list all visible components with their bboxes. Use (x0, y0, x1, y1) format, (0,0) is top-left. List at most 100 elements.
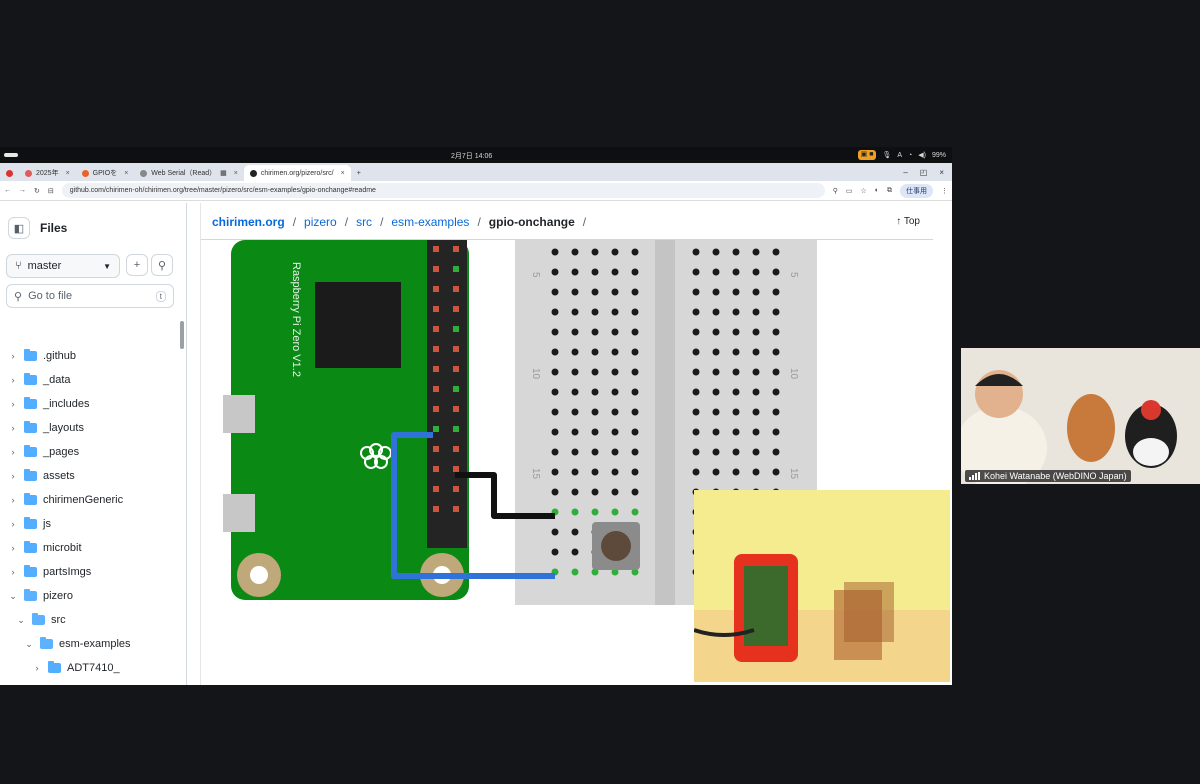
gpio-pin (433, 426, 439, 432)
chevron-right-icon[interactable]: › (8, 471, 18, 481)
breadboard-hole (591, 428, 599, 436)
restore-icon[interactable]: ◰ (920, 168, 928, 177)
sidebar-scrollbar[interactable] (180, 321, 184, 349)
chevron-right-icon[interactable]: › (8, 447, 18, 457)
gpio-pin (433, 406, 439, 412)
close-icon[interactable]: × (234, 170, 238, 177)
folder-icon (24, 493, 37, 505)
breadboard-hole (772, 408, 780, 416)
breadcrumb-pizero[interactable]: pizero (304, 215, 337, 229)
breadboard-hole (571, 468, 579, 476)
profile-button[interactable]: 仕事用 (900, 183, 933, 198)
row-label: 5 (788, 272, 799, 278)
chevron-right-icon[interactable]: › (8, 519, 18, 529)
mic-icon: 🎙 (882, 152, 892, 159)
breadboard-hole (712, 368, 720, 376)
breadboard-hole (712, 308, 720, 316)
go-to-file-input[interactable]: ⚲ Go to file t (6, 284, 174, 308)
tree-item-src[interactable]: ⌄ src (16, 610, 66, 630)
tab-recording[interactable] (0, 165, 19, 181)
menu-icon[interactable]: ⋮ (941, 187, 948, 195)
breadboard-hole (631, 348, 639, 356)
chevron-down-icon[interactable]: ⌄ (8, 591, 18, 602)
extensions-puzzle-icon[interactable]: ⧉ (887, 187, 892, 195)
search-icon[interactable]: ⚲ (151, 254, 173, 276)
forward-icon[interactable]: → (19, 187, 26, 194)
breadboard-hole (571, 388, 579, 396)
chevron-down-icon[interactable]: ⌄ (16, 615, 26, 626)
breadboard-hole (692, 408, 700, 416)
tree-item-pizero[interactable]: ⌄ pizero (8, 586, 73, 606)
gpio-pin (453, 466, 459, 472)
chevron-down-icon[interactable]: ⌄ (24, 639, 34, 650)
breadboard-hole (692, 448, 700, 456)
tree-item-chirimengeneric[interactable]: › chirimenGeneric (8, 490, 123, 510)
extension-icon[interactable]: ◐ (875, 187, 879, 194)
close-icon[interactable]: × (66, 170, 70, 177)
breadboard-hole (732, 368, 740, 376)
collapse-sidebar-icon[interactable]: ◧ (8, 217, 30, 239)
new-tab-button[interactable]: + (351, 165, 367, 181)
tree-item-github[interactable]: › .github (8, 346, 76, 366)
breadboard-hole (551, 528, 559, 536)
tab-1[interactable]: 2025年 × (19, 165, 76, 181)
close-icon[interactable]: × (341, 170, 345, 177)
tree-item-assets[interactable]: › assets (8, 466, 75, 486)
tree-item-data[interactable]: › _data (8, 370, 71, 390)
reload-icon[interactable]: ↻ (34, 187, 40, 195)
tree-item-a4988[interactable]: ›a4988 (32, 682, 98, 685)
chevron-right-icon[interactable]: › (8, 543, 18, 553)
clock[interactable]: 2月7日 14:06 (451, 151, 492, 161)
back-to-top-link[interactable]: ↑ Top (896, 216, 920, 227)
chevron-right-icon[interactable]: › (8, 567, 18, 577)
tab-favicon-icon (140, 169, 148, 177)
breadboard-hole (631, 408, 639, 416)
address-bar[interactable]: github.com/chirimen-oh/chirimen.org/tree… (61, 183, 825, 198)
gpio-pin (433, 366, 439, 372)
breadcrumb-esm-examples[interactable]: esm-examples (391, 215, 469, 229)
chevron-down-icon: ▼ (103, 261, 111, 271)
branch-selector[interactable]: ⑂ master ▼ (6, 254, 120, 278)
camera-scene (694, 490, 950, 682)
tree-item-microbit[interactable]: › microbit (8, 538, 82, 558)
breadboard-hole (752, 328, 760, 336)
zoom-icon[interactable]: ⚲ (833, 187, 838, 195)
breadboard-hole (571, 308, 579, 316)
keyboard-shortcut: t (155, 290, 166, 302)
tree-item-esm-examples[interactable]: ⌄ esm-examples (24, 634, 131, 654)
tab-4-active[interactable]: chirimen.org/pizero/src/ × (243, 165, 351, 181)
tree-item-adt7410[interactable]: › ADT7410_ (32, 658, 120, 678)
gpio-pin (453, 346, 459, 352)
close-window-icon[interactable]: × (939, 168, 944, 177)
tab-2[interactable]: GPIOを × (76, 165, 135, 181)
chevron-right-icon[interactable]: › (8, 423, 18, 433)
file-tree-sidebar: ◧ Files ⑂ master ▼ + ⚲ ⚲ Go to file t ›.… (0, 203, 187, 685)
chevron-right-icon[interactable]: › (8, 375, 18, 385)
tree-item-label: js (43, 518, 51, 530)
tree-item-partsimgs[interactable]: › partsImgs (8, 562, 91, 582)
bookmark-star-icon[interactable]: ☆ (860, 187, 866, 195)
chevron-right-icon[interactable]: › (32, 663, 42, 673)
tree-item-pages[interactable]: › _pages (8, 442, 79, 462)
folder-icon (24, 541, 37, 553)
ime-label[interactable]: A (897, 152, 902, 159)
gpio-pin (453, 406, 459, 412)
add-file-button[interactable]: + (126, 254, 148, 276)
chevron-right-icon[interactable]: › (8, 399, 18, 409)
chevron-right-icon[interactable]: › (8, 495, 18, 505)
breadcrumb-src[interactable]: src (356, 215, 372, 229)
minimize-icon[interactable]: – (903, 168, 907, 177)
close-icon[interactable]: × (124, 170, 128, 177)
tree-item-layouts[interactable]: › _layouts (8, 418, 84, 438)
tree-item-includes[interactable]: › _includes (8, 394, 89, 414)
tree-item-js[interactable]: › js (8, 514, 51, 534)
tab-3[interactable]: Web Serial（Read） ▦ × (134, 165, 244, 181)
input-method-icon[interactable]: ▣ ■ (857, 150, 877, 160)
breadboard-hole (772, 468, 780, 476)
breadcrumb-repo[interactable]: chirimen.org (212, 215, 285, 229)
back-icon[interactable]: ← (4, 187, 11, 194)
chevron-right-icon[interactable]: › (8, 351, 18, 361)
site-info-icon[interactable]: ⊟ (48, 187, 54, 195)
cast-icon[interactable]: ▭ (846, 187, 853, 195)
activities-indicator[interactable] (4, 153, 18, 157)
